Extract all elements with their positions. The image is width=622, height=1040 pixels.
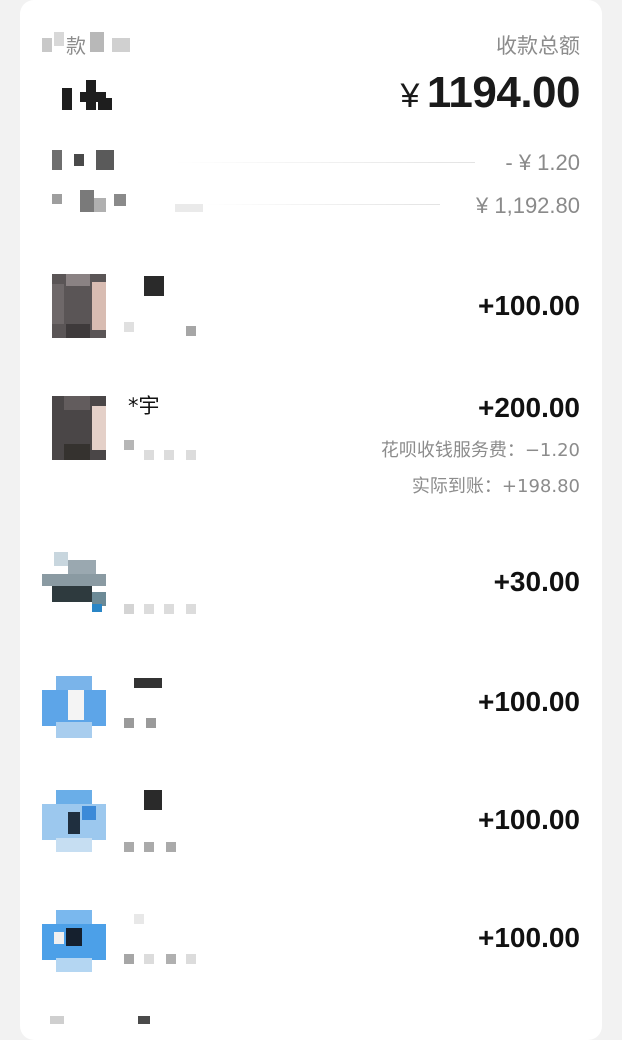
- service-fee-note: 花呗收钱服务费：−1.20: [380, 440, 580, 461]
- transaction-amount: +100.00: [478, 686, 580, 717]
- blurred-name: [144, 276, 164, 296]
- avatar: [42, 790, 106, 854]
- collection-summary-card: 款 收款总额 ¥1194.00 - ¥ 1.20 ¥ 1,192.80 +100…: [20, 0, 602, 1040]
- summary-net-amount: ¥ 1,192.80: [476, 193, 580, 218]
- transaction-amount: +100.00: [478, 922, 580, 953]
- transaction-amount: +100.00: [478, 290, 580, 321]
- total-amount: ¥1194.00: [400, 68, 580, 118]
- summary-fee-amount: - ¥ 1.20: [505, 150, 580, 175]
- avatar: [42, 910, 106, 974]
- transaction-amount: +100.00: [478, 804, 580, 835]
- payer-name: *宇: [128, 394, 160, 418]
- avatar: [52, 396, 106, 460]
- transaction-amount: +30.00: [493, 566, 580, 597]
- net-received-note: 实际到账：+198.80: [411, 476, 580, 497]
- avatar: [52, 274, 106, 338]
- avatar: [42, 552, 106, 616]
- total-amount-value: 1194.00: [426, 68, 581, 117]
- currency-symbol: ¥: [400, 77, 419, 115]
- total-label: 收款总额: [496, 34, 580, 58]
- transaction-amount: +200.00: [478, 392, 580, 423]
- avatar: [42, 676, 106, 740]
- header-left-text: 款: [66, 34, 86, 58]
